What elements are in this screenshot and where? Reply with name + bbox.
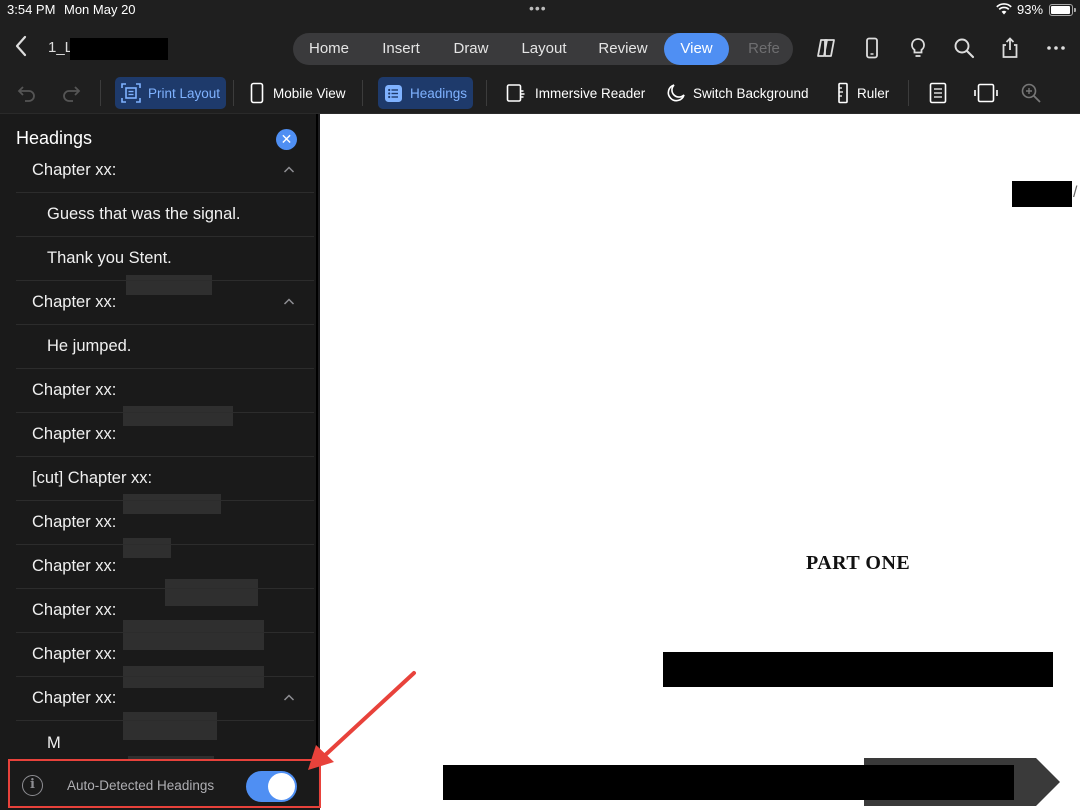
heading-item[interactable]: Chapter xx:	[16, 545, 314, 589]
heading-item[interactable]: Chapter xx:	[16, 149, 314, 193]
tab-draw[interactable]: Draw	[445, 33, 497, 65]
fit-width-icon	[974, 82, 998, 104]
heading-label: Guess that was the signal.	[47, 205, 241, 223]
heading-label: Chapter xx:	[32, 425, 117, 443]
heading-label: Chapter xx:	[32, 601, 117, 619]
heading-label: Chapter xx:	[32, 293, 117, 311]
mobile-device-icon[interactable]	[860, 36, 884, 60]
divider	[908, 80, 909, 106]
moon-icon	[666, 83, 686, 103]
redacted-text	[1012, 181, 1072, 207]
tab-references[interactable]: Refe	[739, 33, 789, 65]
heading-item[interactable]: Chapter xx:	[16, 413, 314, 457]
ribbon-tabs: Home Insert Draw Layout Review View Refe	[293, 33, 793, 65]
ruler-label: Ruler	[857, 85, 890, 101]
share-icon[interactable]	[998, 36, 1022, 60]
switch-background-button[interactable]: Switch Background	[660, 77, 815, 109]
divider	[100, 80, 101, 106]
print-layout-label: Print Layout	[148, 85, 221, 101]
heading-item[interactable]: Chapter xx:	[16, 369, 314, 413]
tab-insert[interactable]: Insert	[373, 33, 429, 65]
heading-item[interactable]: [cut] Chapter xx:	[16, 457, 314, 501]
status-bar: 3:54 PM Mon May 20 ••• 93%	[0, 0, 1080, 20]
redacted-text	[443, 765, 1014, 800]
immersive-reader-label: Immersive Reader	[535, 85, 646, 101]
divider	[233, 80, 234, 106]
status-time: 3:54 PM	[7, 2, 56, 17]
heading-item[interactable]: Chapter xx:	[16, 501, 314, 545]
heading-label: Thank you Stent.	[47, 249, 172, 267]
document-page[interactable]	[320, 114, 1080, 810]
wifi-icon	[996, 3, 1012, 18]
heading-item[interactable]: He jumped.	[16, 325, 314, 369]
redacted-title	[70, 38, 168, 60]
status-date: Mon May 20	[64, 2, 136, 17]
heading-item[interactable]: Chapter xx:	[16, 589, 314, 633]
mobile-view-button[interactable]: Mobile View	[242, 77, 352, 109]
document-page-icon	[928, 82, 948, 104]
undo-icon	[16, 82, 38, 104]
heading-label: Chapter xx:	[32, 689, 117, 707]
ruler-button[interactable]: Ruler	[830, 77, 895, 109]
mobile-view-icon	[248, 82, 266, 104]
page-heading: PART ONE	[806, 552, 911, 574]
page-width-button[interactable]	[968, 77, 1011, 109]
app-toolbar: 1_L Home Insert Draw Layout Review View …	[0, 20, 1080, 72]
zoom-in-button[interactable]	[1014, 77, 1055, 109]
battery-percent: 93%	[1017, 2, 1044, 17]
tab-layout[interactable]: Layout	[513, 33, 575, 65]
heading-item[interactable]: Chapter xx:	[16, 633, 314, 677]
ruler-icon	[836, 82, 850, 104]
heading-label: He jumped.	[47, 337, 132, 355]
heading-label: M	[47, 733, 61, 752]
heading-label: Chapter xx:	[32, 161, 117, 179]
headings-label: Headings	[410, 85, 468, 101]
chevron-up-icon[interactable]	[283, 692, 295, 704]
redo-button[interactable]	[54, 77, 95, 109]
page-view-button[interactable]	[922, 77, 961, 109]
immersive-reader-button[interactable]: Immersive Reader	[500, 77, 651, 109]
heading-label: Chapter xx:	[32, 381, 117, 399]
battery-icon	[1049, 4, 1076, 16]
switch-background-label: Switch Background	[693, 85, 809, 101]
heading-label: Chapter xx:	[32, 645, 117, 663]
view-ribbon: Print Layout Mobile View Headings Immers…	[0, 72, 1080, 114]
heading-label: Chapter xx:	[32, 557, 117, 575]
headings-pane-title: Headings	[16, 128, 93, 148]
tab-review[interactable]: Review	[591, 33, 655, 65]
mobile-view-label: Mobile View	[273, 85, 346, 101]
redacted-text	[663, 652, 1053, 687]
divider	[486, 80, 487, 106]
zoom-in-icon	[1020, 82, 1042, 104]
immersive-reader-icon	[506, 83, 528, 103]
annotation-highlight-box	[8, 759, 321, 808]
heading-item[interactable]: Guess that was the signal.	[16, 193, 314, 237]
redo-icon	[60, 82, 82, 104]
more-options-icon[interactable]	[1044, 36, 1068, 60]
print-layout-icon	[121, 83, 141, 103]
chevron-up-icon[interactable]	[283, 164, 295, 176]
copilot-icon[interactable]	[814, 36, 838, 60]
heading-label: [cut] Chapter xx:	[32, 469, 153, 487]
undo-button[interactable]	[10, 77, 51, 109]
search-icon[interactable]	[952, 36, 976, 60]
print-layout-button[interactable]: Print Layout	[115, 77, 227, 109]
heading-item[interactable]: Chapter xx:	[16, 281, 314, 325]
heading-label: Chapter xx:	[32, 513, 117, 531]
headings-icon	[384, 84, 403, 103]
divider	[362, 80, 363, 106]
tab-view[interactable]: View	[664, 33, 729, 65]
headings-pane: Headings ✕ Chapter xx: Guess that was th…	[0, 114, 318, 810]
heading-item[interactable]: Chapter xx:	[16, 677, 314, 721]
chevron-up-icon[interactable]	[283, 296, 295, 308]
lightbulb-icon[interactable]	[906, 36, 930, 60]
tab-home[interactable]: Home	[299, 33, 359, 65]
multitask-dots-icon[interactable]: •••	[529, 0, 547, 16]
heading-item[interactable]: Thank you Stent.	[16, 237, 314, 281]
back-chevron-icon[interactable]	[12, 34, 30, 58]
header-slash: /	[1073, 184, 1078, 201]
close-icon[interactable]: ✕	[276, 129, 297, 150]
headings-button[interactable]: Headings	[378, 77, 474, 109]
